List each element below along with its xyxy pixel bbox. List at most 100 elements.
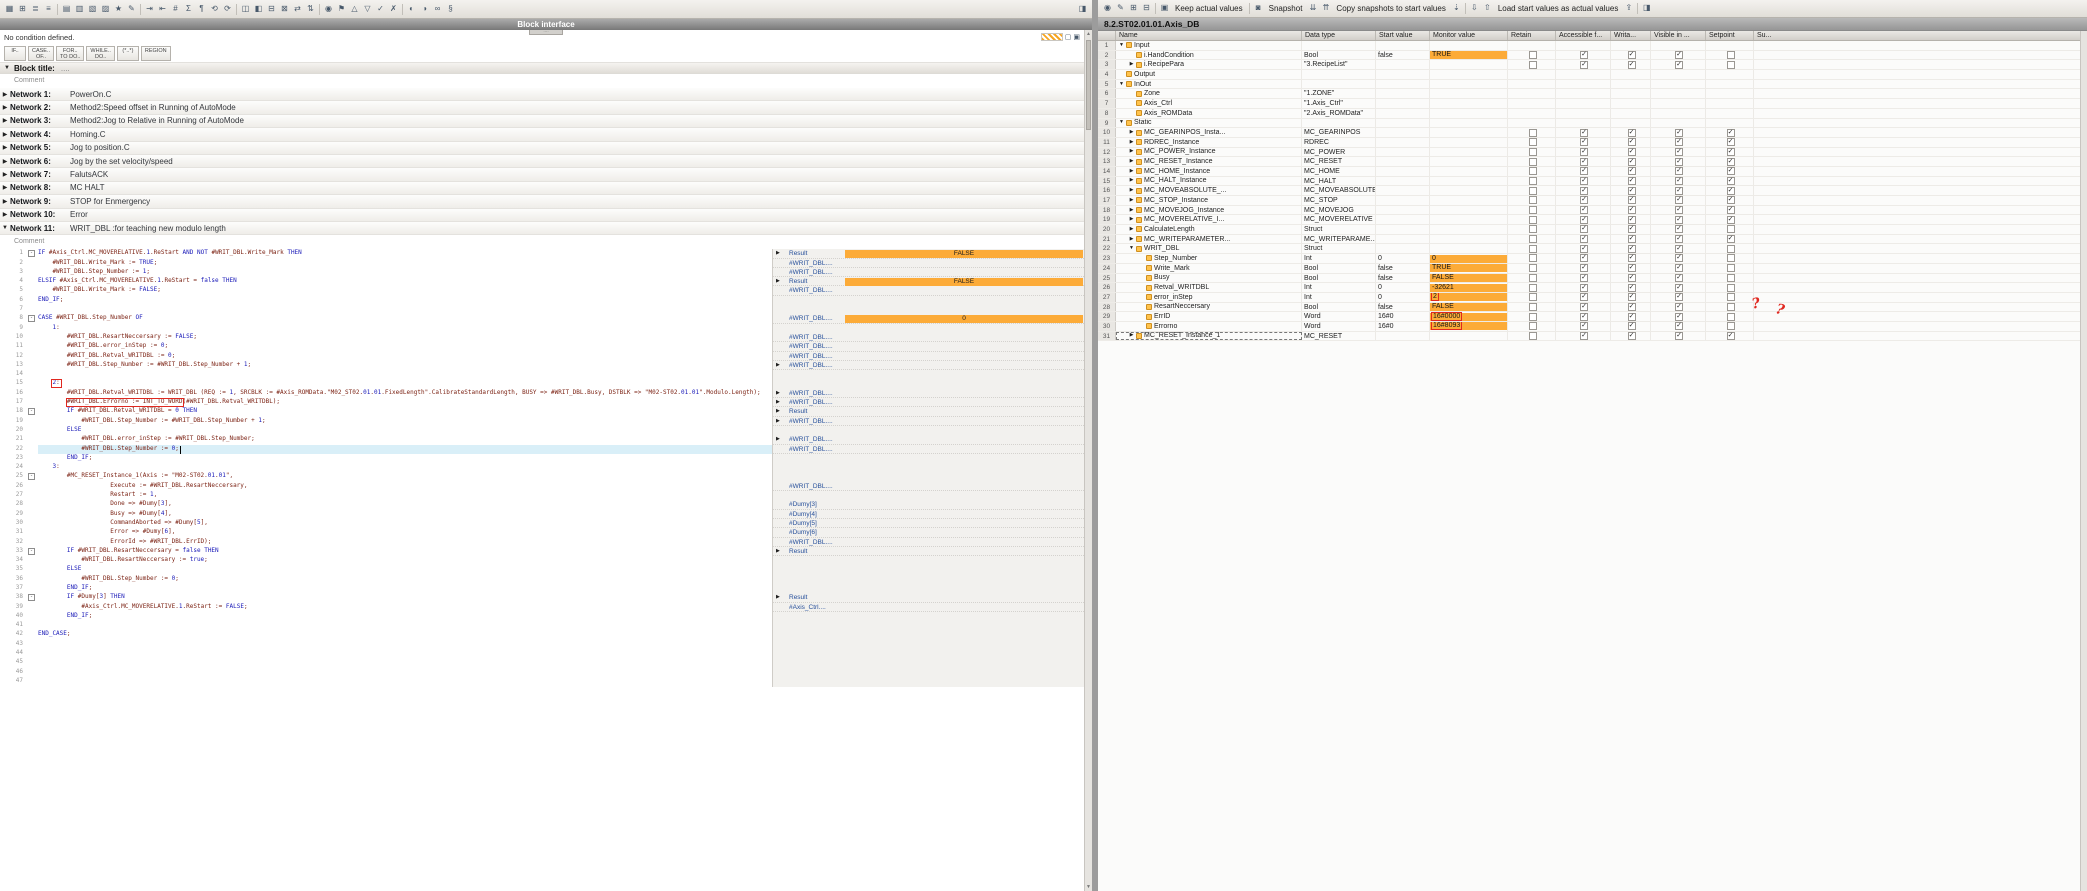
column-header-su-[interactable]: Su...: [1754, 31, 2087, 40]
network-row[interactable]: ▶Network 9:STOP for Enmergency: [0, 195, 1084, 208]
code-line[interactable]: #WRIT_DBL.error_inStep := 0;: [38, 342, 772, 351]
snippet-button[interactable]: REGION: [141, 46, 171, 61]
code-line[interactable]: [38, 640, 772, 649]
table-row[interactable]: 8Axis_ROMData"2.Axis_ROMData": [1098, 109, 2087, 119]
favorites-icon[interactable]: ★: [112, 3, 125, 16]
datatype-cell[interactable]: MC_RESET: [1302, 332, 1376, 341]
chevron-right-icon[interactable]: ▶: [1128, 157, 1135, 166]
accessible-checkbox[interactable]: ✓: [1580, 274, 1588, 282]
writable-checkbox[interactable]: ✓: [1628, 206, 1636, 214]
datatype-cell[interactable]: Word: [1302, 322, 1376, 331]
chevron-right-icon[interactable]: ▶: [1128, 225, 1135, 234]
code-line[interactable]: [38, 668, 772, 677]
datatype-cell[interactable]: Bool: [1302, 274, 1376, 283]
monitor-name[interactable]: Result: [789, 407, 807, 416]
visible-checkbox[interactable]: ✓: [1675, 293, 1683, 301]
accessible-checkbox[interactable]: ✓: [1580, 293, 1588, 301]
writable-checkbox[interactable]: ✓: [1628, 129, 1636, 137]
monitor-name[interactable]: #WRIT_DBL....: [789, 352, 833, 361]
expand-window-icon[interactable]: ◨: [1640, 2, 1653, 15]
code-line[interactable]: ELSE: [38, 565, 772, 574]
datatype-cell[interactable]: MC_WRITEPARAME...: [1302, 235, 1376, 244]
code-line[interactable]: #WRIT_DBL.Retval_WRITDBL := 0;: [38, 352, 772, 361]
table-row[interactable]: 1▼Input: [1098, 41, 2087, 51]
retain-checkbox[interactable]: [1529, 274, 1537, 282]
retain-checkbox[interactable]: [1529, 138, 1537, 146]
scroll-up-icon[interactable]: ▲: [1085, 31, 1092, 37]
table-row[interactable]: 26Retval_WRITDBLInt0-32621✓✓✓: [1098, 283, 2087, 293]
code-line[interactable]: END_IF;: [38, 454, 772, 463]
column-header-name[interactable]: Name: [1116, 31, 1302, 40]
name-cell[interactable]: ▶MC_RESET_Instance_1: [1116, 332, 1302, 341]
start-value-cell[interactable]: 16#0: [1376, 312, 1430, 321]
datatype-cell[interactable]: Struct: [1302, 244, 1376, 253]
visible-checkbox[interactable]: ✓: [1675, 254, 1683, 262]
table-row[interactable]: 6Zone"1.ZONE": [1098, 89, 2087, 99]
start-monitoring-icon[interactable]: ◉: [322, 3, 335, 16]
monitor-value-cell[interactable]: [1430, 70, 1508, 79]
setpoint-checkbox[interactable]: [1727, 61, 1735, 69]
code-line[interactable]: END_IF;: [38, 612, 772, 621]
chevron-right-icon[interactable]: ▶: [1128, 177, 1135, 186]
visible-checkbox[interactable]: ✓: [1675, 187, 1683, 195]
accessible-checkbox[interactable]: ✓: [1580, 61, 1588, 69]
monitor-name[interactable]: #WRIT_DBL....: [789, 435, 833, 444]
bookmark-icon[interactable]: ⚑: [335, 3, 348, 16]
datatype-cell[interactable]: [1302, 41, 1376, 50]
name-cell[interactable]: ▶RDREC_Instance: [1116, 138, 1302, 147]
datatype-cell[interactable]: Bool: [1302, 51, 1376, 60]
retain-checkbox[interactable]: [1529, 235, 1537, 243]
monitor-value-cell[interactable]: [1430, 196, 1508, 205]
visible-checkbox[interactable]: ✓: [1675, 322, 1683, 330]
writable-checkbox[interactable]: ✓: [1628, 235, 1636, 243]
monitor-value-cell[interactable]: [1430, 109, 1508, 118]
name-cell[interactable]: Busy: [1116, 274, 1302, 283]
monitor-value-cell[interactable]: [1430, 235, 1508, 244]
settings-icon[interactable]: §: [444, 3, 457, 16]
writable-checkbox[interactable]: ✓: [1628, 216, 1636, 224]
code-line[interactable]: IF #WRIT_DBL.Retval_WRITDBL = 0 THEN: [38, 407, 772, 416]
retain-checkbox[interactable]: [1529, 264, 1537, 272]
monitor-value-cell[interactable]: [1430, 41, 1508, 50]
code-line[interactable]: Execute := #WRIT_DBL.ResartNeccersary,: [38, 482, 772, 491]
visible-checkbox[interactable]: ✓: [1675, 225, 1683, 233]
table-row[interactable]: 5▼InOut: [1098, 80, 2087, 90]
keep-actual-values-button[interactable]: Keep actual values: [1171, 2, 1247, 16]
table-row[interactable]: 21▶MC_WRITEPARAMETER...MC_WRITEPARAME...…: [1098, 235, 2087, 245]
name-cell[interactable]: ▶MC_HOME_Instance: [1116, 167, 1302, 176]
chevron-down-icon[interactable]: ▼: [1128, 244, 1135, 253]
name-cell[interactable]: ▼InOut: [1116, 80, 1302, 89]
accessible-checkbox[interactable]: ✓: [1580, 51, 1588, 59]
writable-checkbox[interactable]: ✓: [1628, 187, 1636, 195]
setpoint-checkbox[interactable]: ✓: [1727, 177, 1735, 185]
setpoint-checkbox[interactable]: ✓: [1727, 235, 1735, 243]
edit-icon[interactable]: ✎: [125, 3, 138, 16]
name-cell[interactable]: ▶MC_MOVEJOG_Instance: [1116, 206, 1302, 215]
datatype-cell[interactable]: MC_MOVEABSOLUTE: [1302, 186, 1376, 195]
monitor-value-cell[interactable]: TRUE: [1430, 51, 1508, 60]
table-row[interactable]: 22▼WRIT_DBLStruct✓✓✓: [1098, 244, 2087, 254]
chevron-right-icon[interactable]: ▶: [1128, 215, 1135, 224]
setpoint-checkbox[interactable]: ✓: [1727, 332, 1735, 340]
monitor-value-cell[interactable]: [1430, 186, 1508, 195]
name-cell[interactable]: Axis_ROMData: [1116, 109, 1302, 118]
writable-checkbox[interactable]: ✓: [1628, 303, 1636, 311]
monitor-value-cell[interactable]: [1430, 177, 1508, 186]
monitor-name[interactable]: Result: [789, 249, 807, 258]
table-row[interactable]: 16▶MC_MOVEABSOLUTE_...MC_MOVEABSOLUTE✓✓✓…: [1098, 186, 2087, 196]
editor-vertical-scrollbar[interactable]: ▲ ▼: [1084, 30, 1092, 891]
monitor-value-cell[interactable]: FALSE: [1430, 303, 1508, 312]
table-row[interactable]: 11▶RDREC_InstanceRDREC✓✓✓✓: [1098, 138, 2087, 148]
column-header-monitor-value[interactable]: Monitor value: [1430, 31, 1508, 40]
table-row[interactable]: 15▶MC_HALT_InstanceMC_HALT✓✓✓✓: [1098, 177, 2087, 187]
visible-checkbox[interactable]: ✓: [1675, 313, 1683, 321]
monitor-value-cell[interactable]: [1430, 206, 1508, 215]
monitor-name[interactable]: #Dumy[5]: [789, 519, 817, 528]
expand-rows-icon[interactable]: ⊞: [1127, 2, 1140, 15]
visible-checkbox[interactable]: ✓: [1675, 206, 1683, 214]
writable-checkbox[interactable]: ✓: [1628, 148, 1636, 156]
datatype-cell[interactable]: "3.RecipeList": [1302, 60, 1376, 69]
visible-checkbox[interactable]: ✓: [1675, 61, 1683, 69]
symbol-list-icon[interactable]: Σ: [182, 3, 195, 16]
copy-arrow-icon[interactable]: ⇣: [1450, 2, 1463, 15]
